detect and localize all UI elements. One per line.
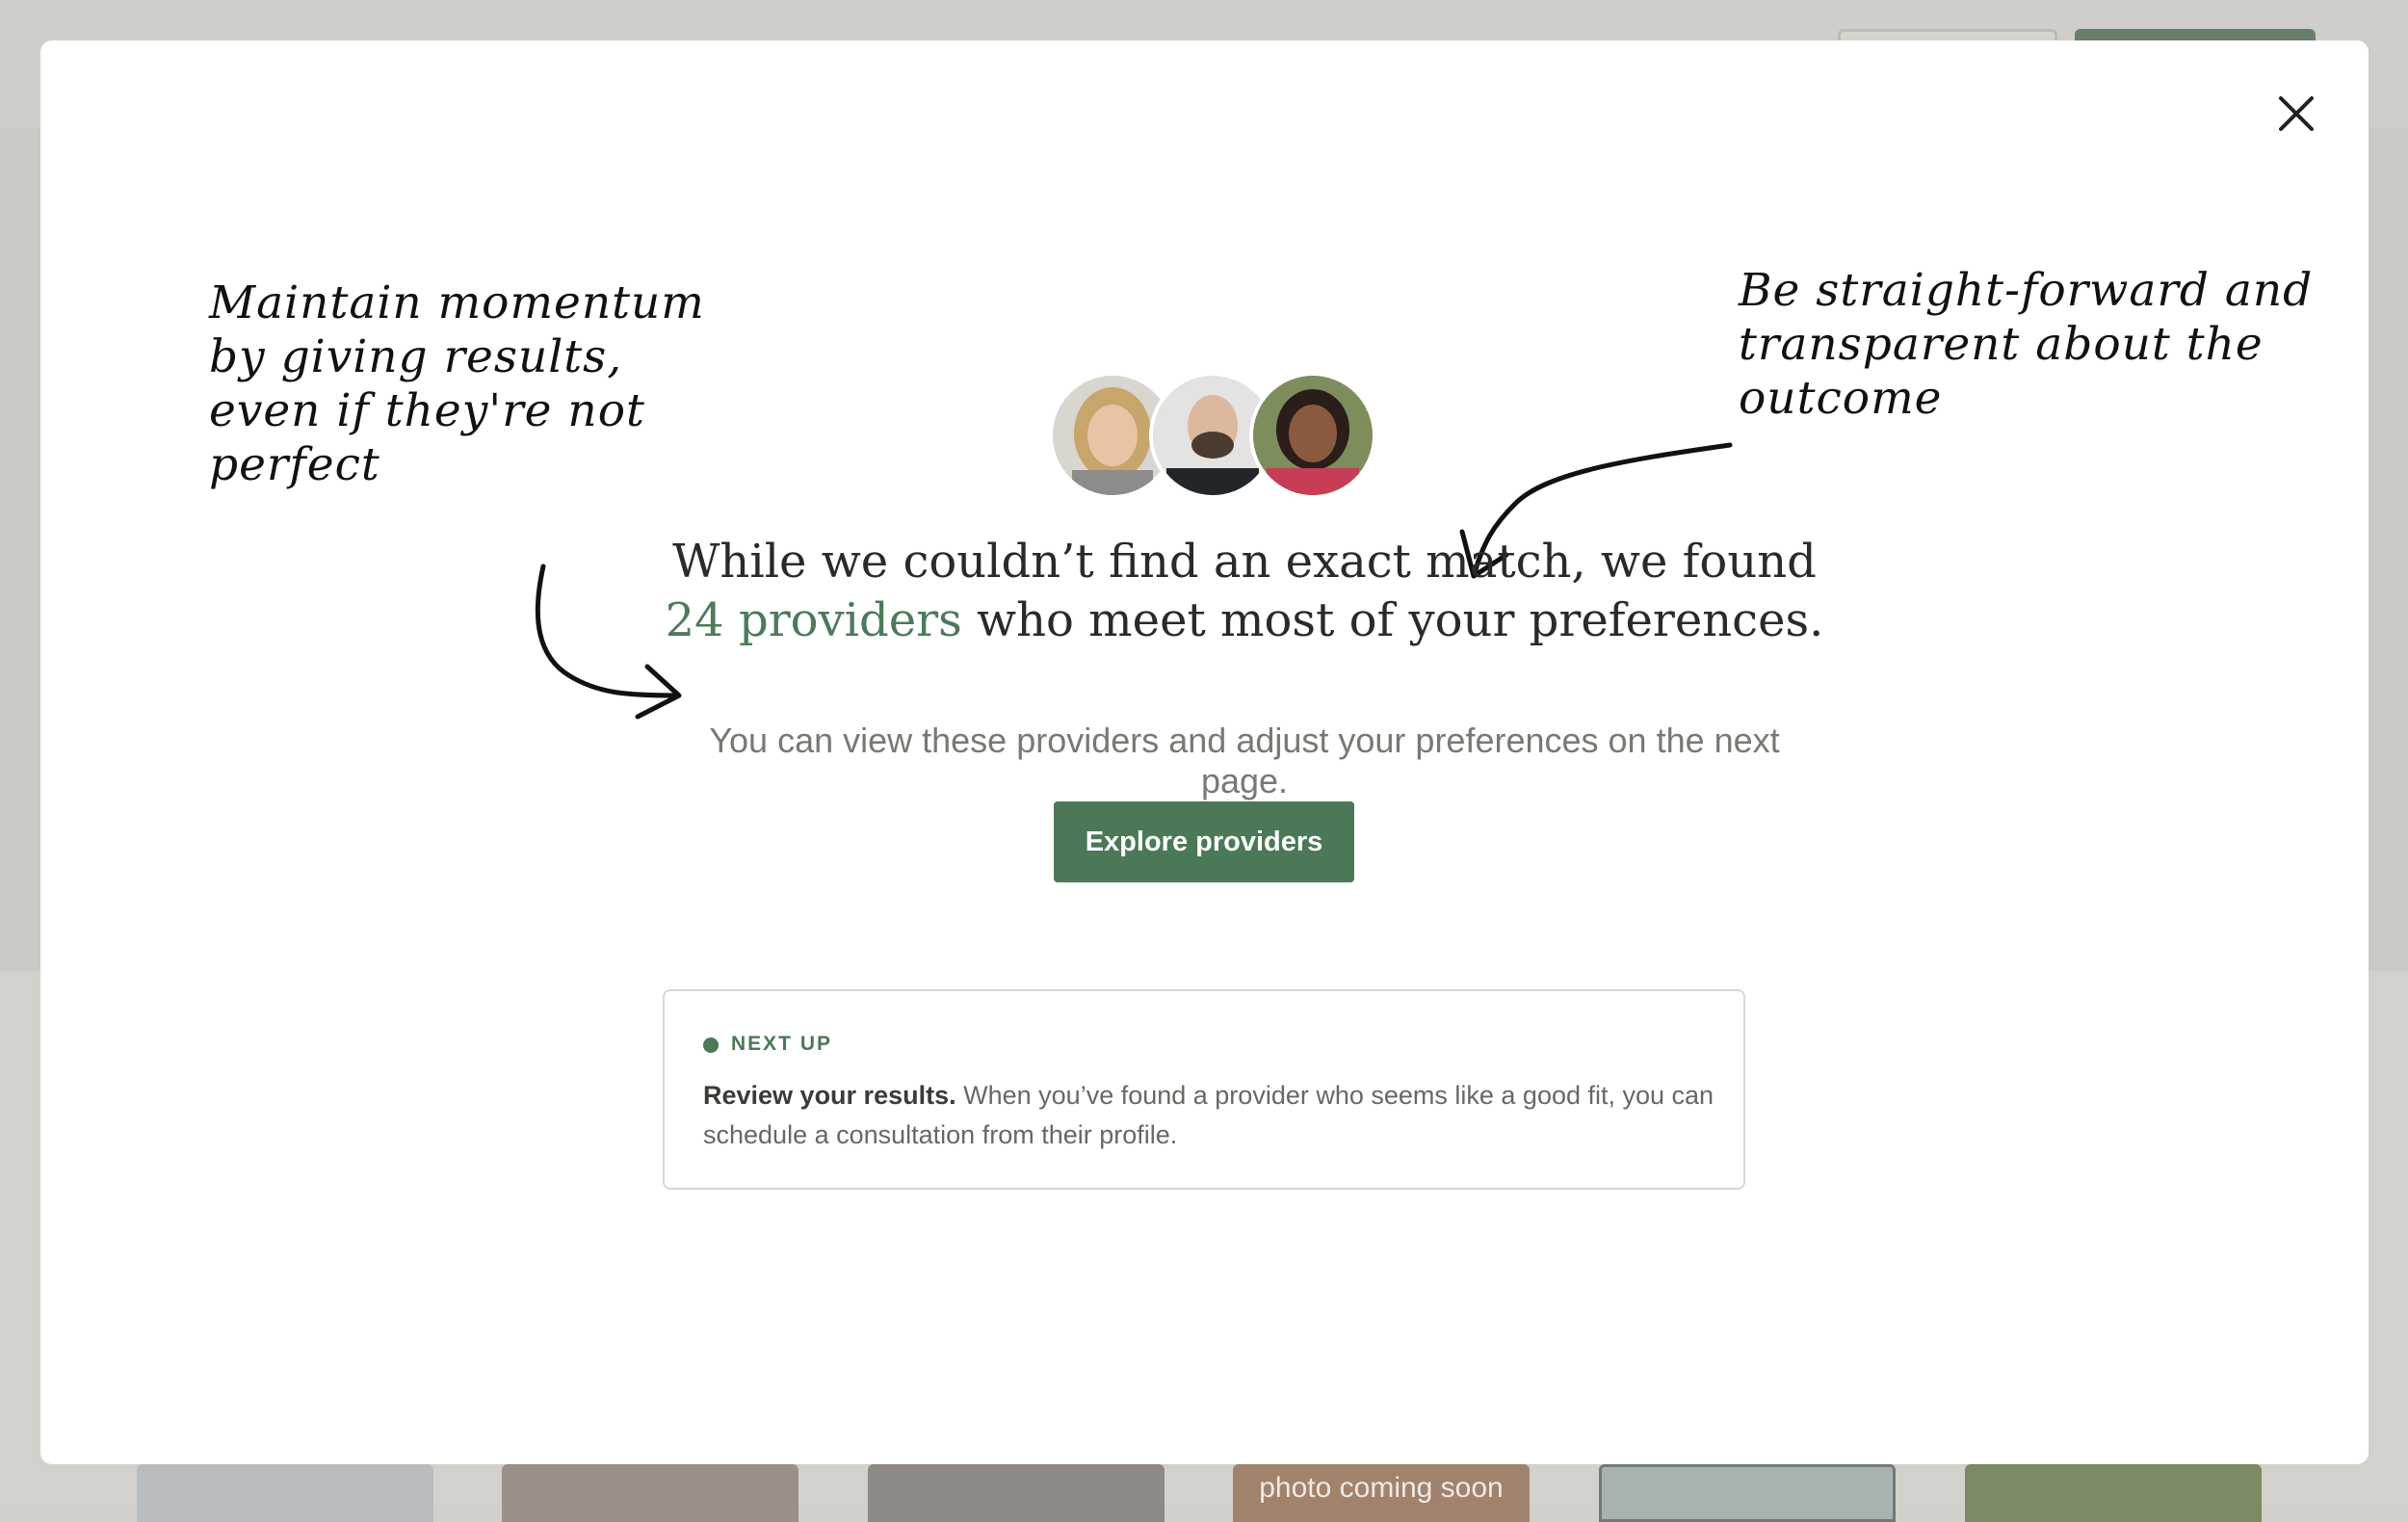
results-headline: While we couldn’t find an exact match, w… — [618, 533, 1871, 650]
background-provider-card — [1599, 1464, 1896, 1522]
annotation-left: Maintain momentum by giving results, eve… — [209, 276, 705, 491]
provider-count: 24 providers — [665, 593, 962, 647]
background-provider-card — [1965, 1464, 2262, 1522]
background-provider-card: photo coming soon — [1233, 1464, 1530, 1522]
background-provider-card — [502, 1464, 798, 1522]
background-provider-card — [137, 1464, 433, 1522]
next-up-text: Review your results. When you’ve found a… — [703, 1076, 1714, 1155]
avatar — [1249, 372, 1376, 499]
status-dot-icon — [703, 1037, 719, 1053]
next-up-label: NEXT UP — [731, 1033, 833, 1055]
annotation-right: Be straight-forward and transparent abou… — [1739, 264, 2314, 425]
next-up-card: NEXT UP Review your results. When you’ve… — [663, 989, 1745, 1190]
results-subtext: You can view these providers and adjust … — [709, 721, 1780, 800]
provider-avatars — [1049, 372, 1376, 499]
headline-text: While we couldn’t find an exact match, w… — [672, 535, 1817, 589]
close-icon — [2279, 96, 2314, 131]
background-provider-card — [868, 1464, 1165, 1522]
explore-providers-button[interactable]: Explore providers — [1054, 801, 1354, 882]
next-up-title: Review your results. — [703, 1081, 956, 1110]
headline-text: who meet most of your preferences. — [976, 593, 1824, 647]
photo-coming-soon-label: photo coming soon — [1259, 1472, 1504, 1504]
close-button[interactable] — [2265, 83, 2327, 144]
results-modal: Maintain momentum by giving results, eve… — [40, 40, 2369, 1464]
